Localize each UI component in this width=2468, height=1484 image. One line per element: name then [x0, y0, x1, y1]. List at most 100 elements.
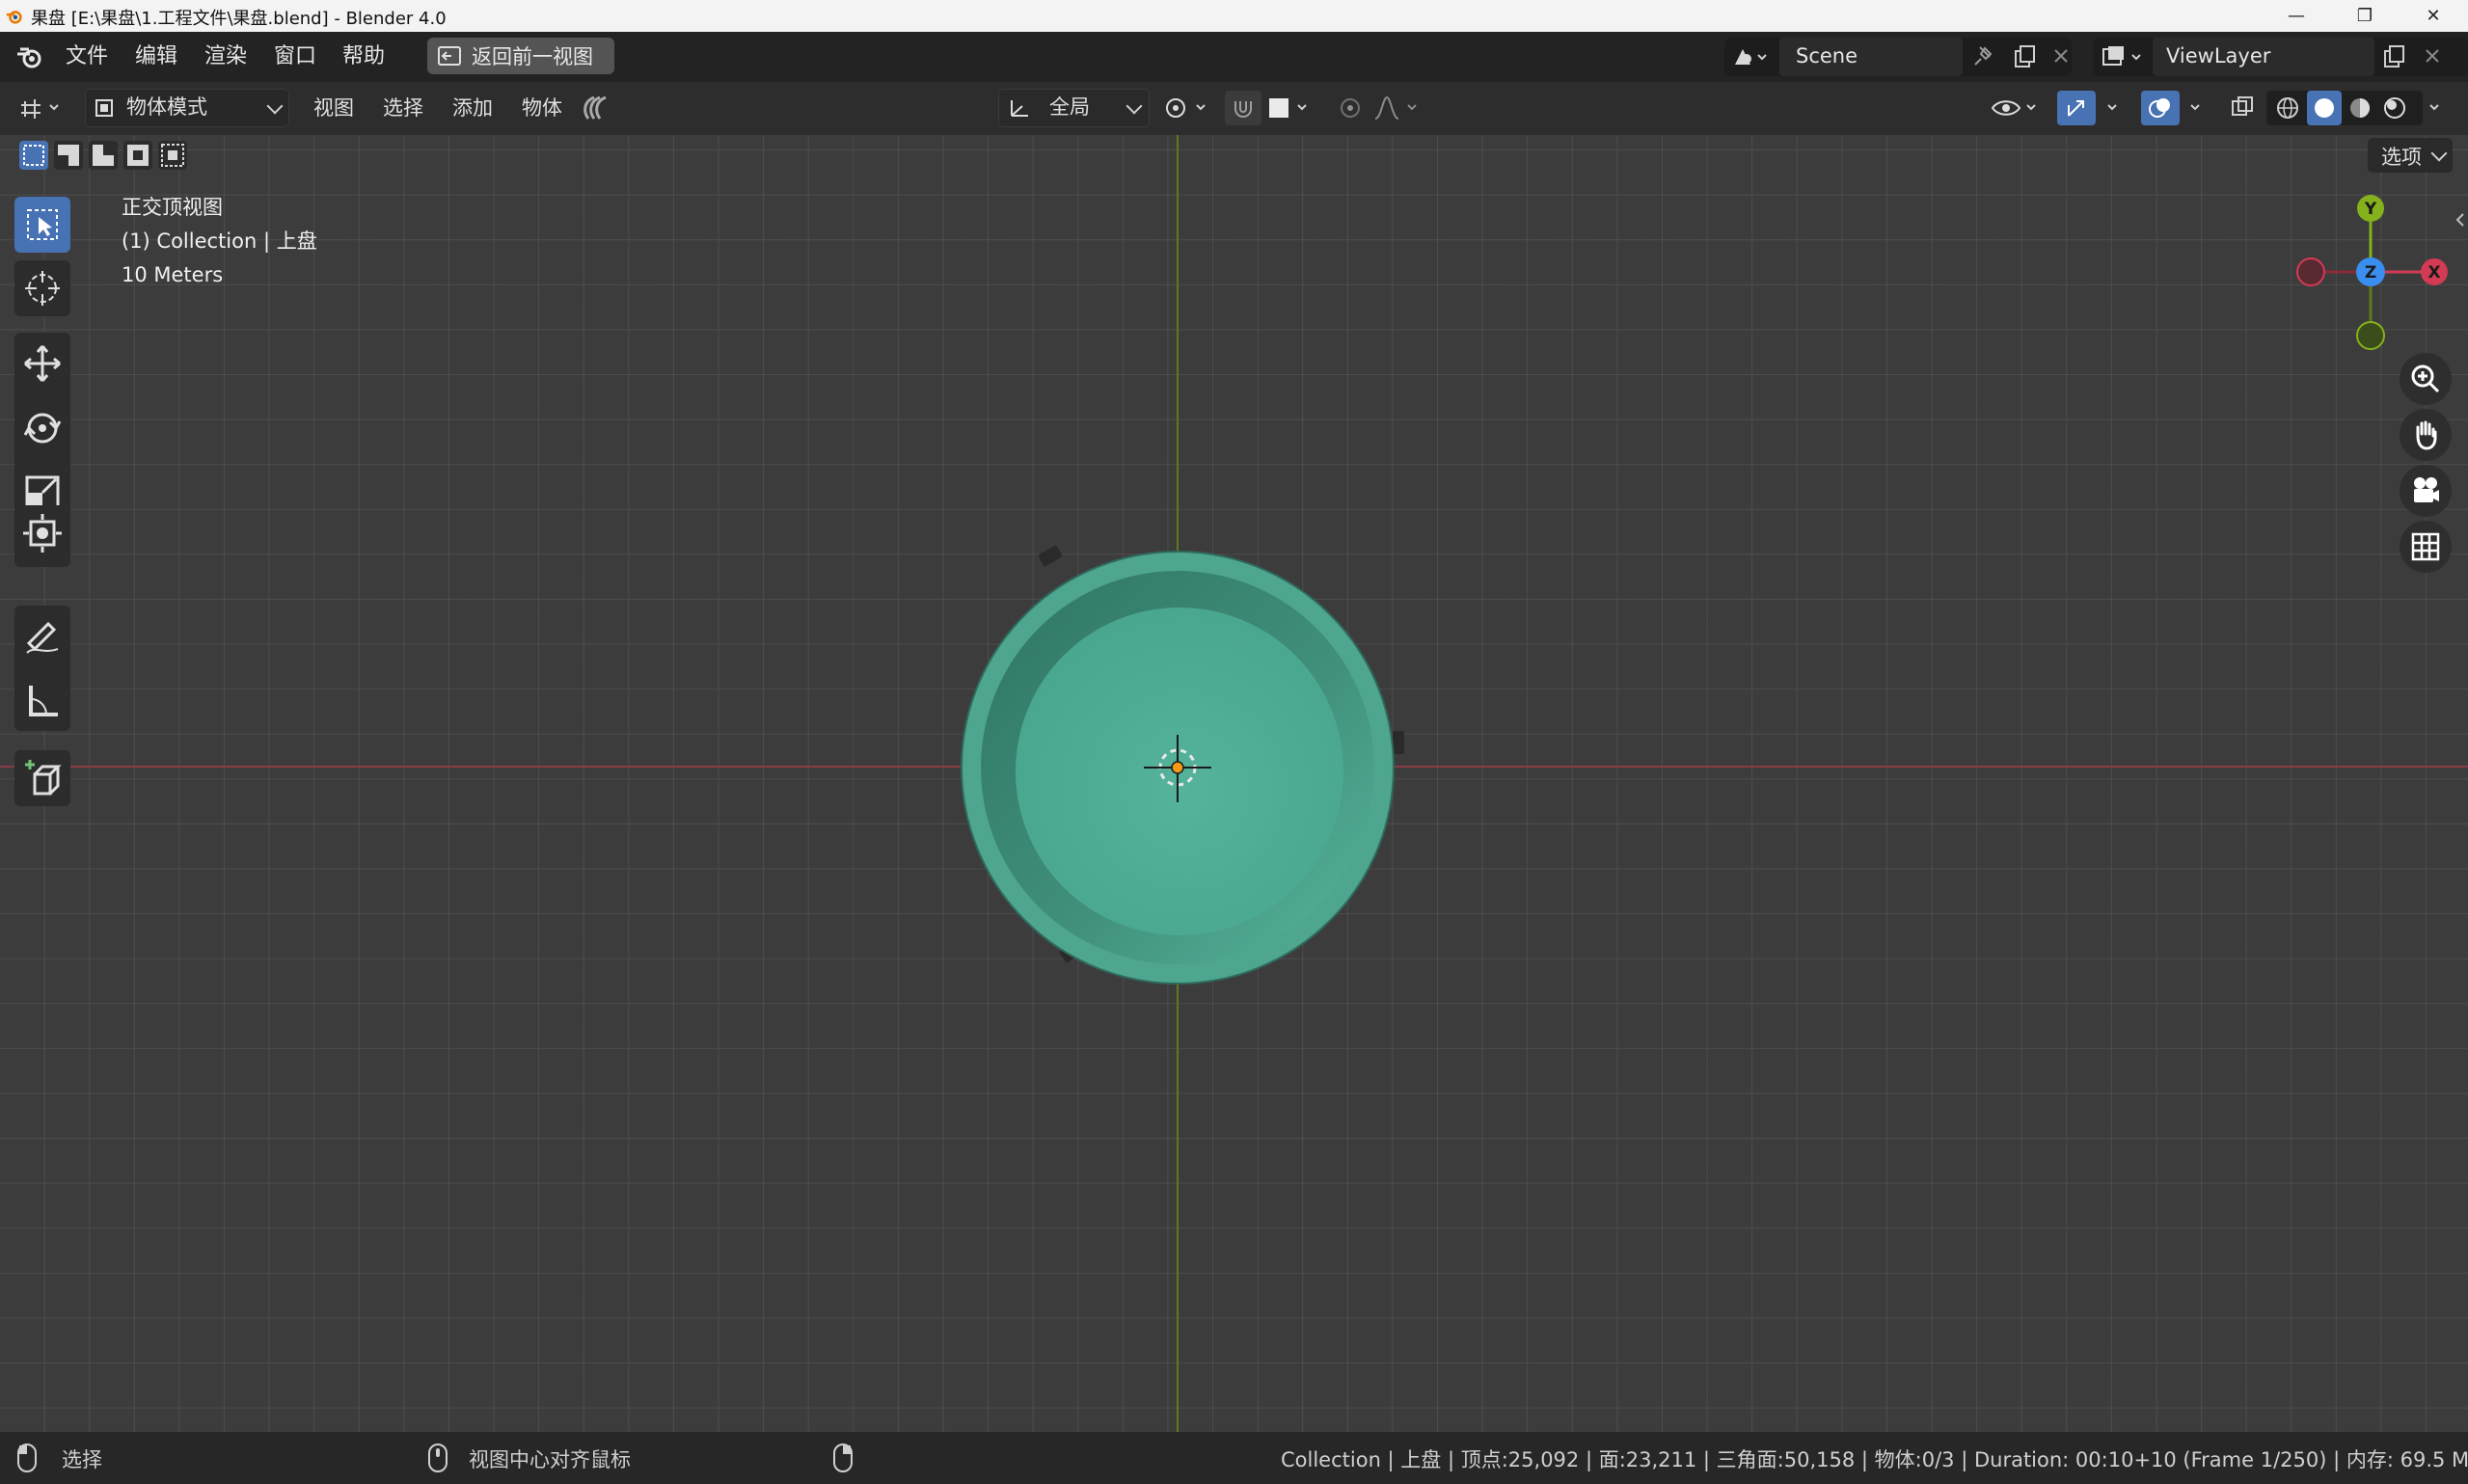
hand-icon: [2416, 420, 2437, 450]
transform-tool[interactable]: [14, 505, 70, 561]
select-box-icon: [27, 209, 58, 240]
solid-shading-button[interactable]: [2307, 91, 2342, 125]
gizmo-dropdown-icon[interactable]: [2101, 94, 2128, 122]
back-button-label: 返回前一视图: [472, 45, 593, 68]
blender-menu-icon[interactable]: [15, 43, 44, 70]
measure-tool[interactable]: [14, 673, 70, 729]
menu-edit[interactable]: 编辑: [135, 41, 177, 72]
cursor-icon: [25, 271, 60, 306]
view-layer-name: ViewLayer: [2166, 44, 2271, 67]
measure-ruler-icon: [29, 686, 58, 716]
back-to-previous-button[interactable]: 返回前一视图: [427, 38, 614, 74]
xray-icon[interactable]: [2228, 94, 2259, 122]
gizmo-icon: [2068, 100, 2084, 117]
add-cube-icon: [25, 760, 62, 796]
cursor-tool[interactable]: [14, 260, 70, 316]
close-window-button[interactable]: ✕: [2399, 0, 2468, 32]
scene-icon[interactable]: [1731, 43, 1770, 70]
3d-viewport[interactable]: 正交顶视图 (1) Collection | 上盘 10 Meters Y X …: [0, 135, 2468, 1432]
status-center-view-label: 视图中心对齐鼠标: [469, 1448, 631, 1471]
collection-label: (1) Collection | 上盘: [122, 229, 317, 253]
menu-render[interactable]: 渲染: [204, 41, 247, 72]
grid-icon: [2411, 532, 2440, 561]
fruit-plate-object[interactable]: [953, 540, 1406, 993]
shading-dropdown-icon[interactable]: [2423, 94, 2450, 122]
back-view-icon: [438, 46, 461, 66]
transform-icon: [23, 514, 62, 553]
move-icon: [24, 345, 61, 382]
delete-view-layer-icon[interactable]: [2423, 46, 2442, 66]
mouse-right-icon: [833, 1444, 853, 1472]
menu-object[interactable]: 物体: [522, 94, 562, 122]
zoom-button[interactable]: [2400, 353, 2452, 405]
menu-window[interactable]: 窗口: [274, 41, 316, 72]
orientation-dropdown[interactable]: 全局: [998, 89, 1150, 127]
blender-logo-icon: [6, 11, 22, 24]
orientation-label: 全局: [1049, 95, 1090, 119]
snap-toggle[interactable]: [1225, 91, 1261, 125]
solid-shading-icon: [2315, 98, 2334, 118]
options-dropdown[interactable]: 选项: [2368, 138, 2453, 173]
snap-target-icon[interactable]: [1265, 94, 1315, 122]
viewport-header: 物体模式 视图 选择 添加 物体 全局: [0, 82, 2468, 135]
chevron-down-icon: [1126, 97, 1143, 115]
menu-file[interactable]: 文件: [66, 41, 108, 72]
status-bar: 选择 视图中心对齐鼠标 Collection | 上盘 | 顶点:25,092 …: [0, 1432, 2468, 1484]
chevron-down-icon: [2430, 145, 2448, 162]
chevron-down-icon: [266, 97, 284, 115]
rotate-tool[interactable]: [14, 400, 70, 456]
camera-view-button[interactable]: [2400, 465, 2452, 517]
mode-label: 物体模式: [126, 95, 207, 119]
overlays-dropdown-icon[interactable]: [2183, 94, 2210, 122]
visibility-eye-icon[interactable]: [1989, 94, 2043, 122]
magnet-icon: [1234, 101, 1252, 118]
grid-scale-label: 10 Meters: [122, 263, 224, 286]
gizmo-y-label: Y: [2364, 200, 2377, 219]
new-scene-icon[interactable]: [2013, 44, 2036, 69]
view-layer-icon[interactable]: [2100, 43, 2148, 70]
proportional-edit-icon[interactable]: [1333, 94, 1368, 122]
delete-scene-icon[interactable]: [2051, 46, 2071, 66]
select-box-tool[interactable]: [14, 197, 70, 253]
mode-dropdown[interactable]: 物体模式: [85, 89, 289, 127]
status-select-label: 选择: [62, 1448, 102, 1471]
pan-button[interactable]: [2400, 409, 2452, 461]
gpencil-menu-icon[interactable]: [579, 94, 613, 122]
falloff-icon[interactable]: [1371, 94, 1425, 122]
navigation-gizmo[interactable]: Y X Z: [2288, 195, 2450, 359]
add-cube-tool[interactable]: [14, 750, 70, 806]
options-label: 选项: [2381, 146, 2422, 169]
gizmo-z-label: Z: [2365, 263, 2376, 283]
rendered-shading-icon[interactable]: [2380, 94, 2409, 122]
wireframe-shading-icon[interactable]: [2273, 94, 2302, 122]
pin-icon[interactable]: [1972, 44, 1995, 69]
annotate-pencil-icon: [26, 621, 59, 654]
window-title-bar: 果盘 [E:\果盘\1.工程文件\果盘.blend] - Blender 4.0…: [0, 0, 2468, 32]
overlays-icon: [2149, 98, 2170, 118]
zoom-icon: [2411, 364, 2440, 393]
perspective-toggle-button[interactable]: [2400, 521, 2452, 573]
restore-button[interactable]: ❐: [2330, 0, 2400, 32]
overlays-toggle[interactable]: [2141, 91, 2180, 125]
new-view-layer-icon[interactable]: [2382, 44, 2405, 69]
gizmo-toggle[interactable]: [2057, 91, 2096, 125]
material-shading-icon[interactable]: [2346, 94, 2374, 122]
editor-type-icon[interactable]: [17, 94, 71, 122]
window-title: 果盘 [E:\果盘\1.工程文件\果盘.blend] - Blender 4.0: [31, 9, 447, 29]
view-name-label: 正交顶视图: [122, 196, 223, 219]
minimize-button[interactable]: —: [2262, 0, 2331, 32]
move-tool[interactable]: [14, 336, 70, 391]
pivot-point-icon[interactable]: [1162, 94, 1216, 122]
scene-statistics: Collection | 上盘 | 顶点:25,092 | 面:23,211 |…: [1281, 1448, 2468, 1471]
menu-select[interactable]: 选择: [383, 94, 423, 122]
menu-add[interactable]: 添加: [452, 94, 493, 122]
gizmo-x-label: X: [2427, 263, 2440, 283]
sidebar-toggle-icon[interactable]: [2453, 208, 2468, 231]
menu-view[interactable]: 视图: [313, 94, 354, 122]
top-menu-bar: 文件 编辑 渲染 窗口 帮助 返回前一视图 Scene ViewLayer: [0, 32, 2468, 82]
mouse-left-icon: [17, 1444, 37, 1472]
mouse-middle-icon: [428, 1444, 447, 1472]
menu-help[interactable]: 帮助: [342, 41, 385, 72]
selection-mode-buttons[interactable]: [17, 139, 196, 172]
annotate-tool[interactable]: [14, 609, 70, 665]
